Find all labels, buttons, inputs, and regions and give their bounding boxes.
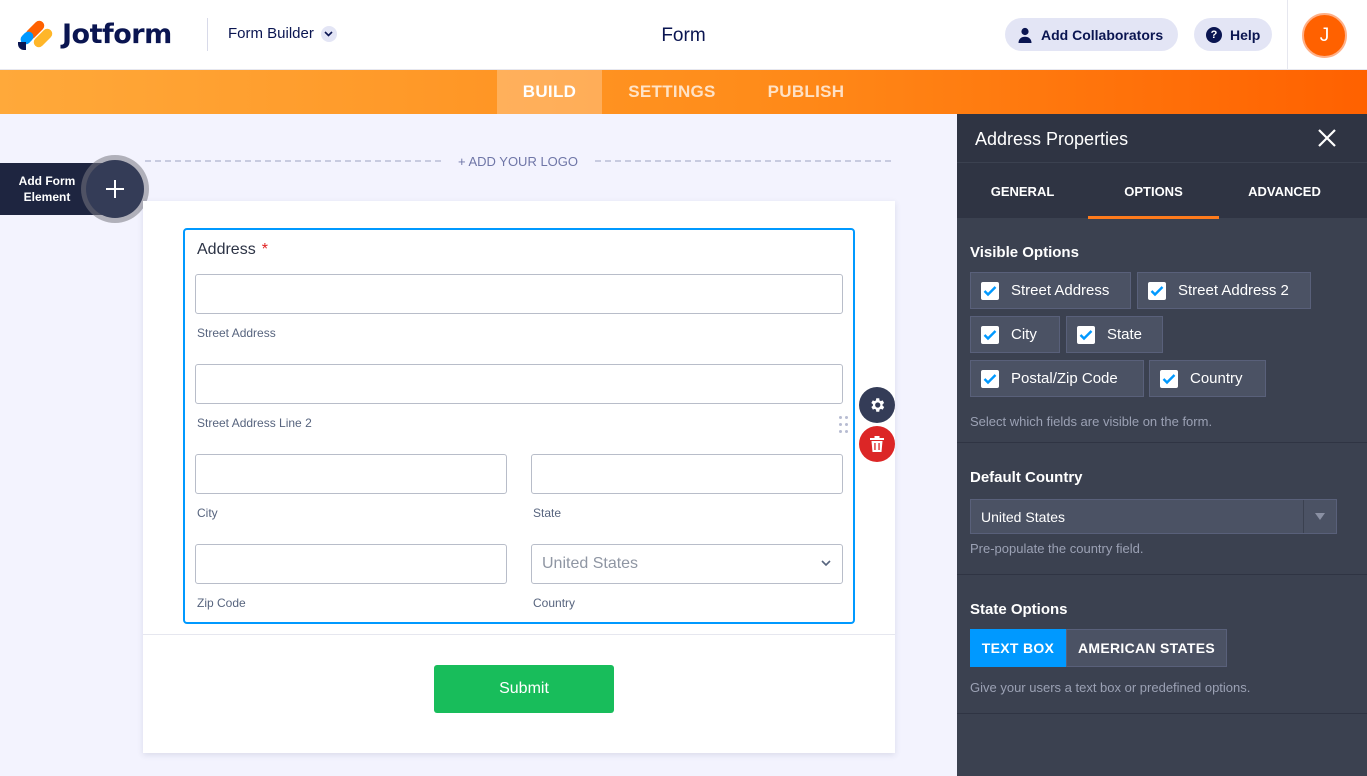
- logo-divider-left: [145, 160, 441, 162]
- panel-tabs: GENERAL OPTIONS ADVANCED: [957, 162, 1367, 219]
- option-street-address[interactable]: Street Address: [970, 272, 1131, 309]
- top-header: Jotform Form Builder Form Add Collaborat…: [0, 0, 1367, 70]
- header-divider-right: [1287, 0, 1288, 70]
- form-builder-dropdown[interactable]: Form Builder: [228, 25, 337, 42]
- street-address-2-sublabel: Street Address Line 2: [197, 416, 312, 430]
- caret-down-icon: [1303, 500, 1336, 533]
- chevron-down-icon: [821, 560, 831, 567]
- brand-name: Jotform: [62, 18, 172, 50]
- add-collaborators-label: Add Collaborators: [1041, 26, 1164, 43]
- street-address-2-input[interactable]: [195, 364, 843, 404]
- street-address-sublabel: Street Address: [197, 326, 276, 340]
- tab-general[interactable]: GENERAL: [957, 163, 1088, 219]
- option-label: Street Address 2: [1178, 282, 1289, 299]
- state-sublabel: State: [533, 506, 562, 520]
- state-option-text-box[interactable]: TEXT BOX: [970, 629, 1066, 667]
- tab-settings[interactable]: SETTINGS: [612, 70, 732, 114]
- panel-title: Address Properties: [975, 129, 1129, 149]
- option-label: City: [1011, 326, 1037, 343]
- country-select-value: United States: [542, 555, 639, 572]
- address-properties-panel: Address Properties GENERAL OPTIONS ADVAN…: [957, 114, 1367, 776]
- add-collaborators-button[interactable]: Add Collaborators: [1005, 18, 1178, 51]
- checkbox-checked-icon: [981, 281, 999, 300]
- option-label: Street Address: [1011, 282, 1110, 299]
- field-properties-button[interactable]: [859, 387, 895, 423]
- tab-options[interactable]: OPTIONS: [1088, 163, 1219, 219]
- default-country-title: Default Country: [970, 469, 1083, 486]
- default-country-description: Pre-populate the country field.: [970, 541, 1144, 556]
- address-label-text: Address: [197, 241, 256, 258]
- jotform-logo-icon: [18, 18, 55, 50]
- tab-publish[interactable]: PUBLISH: [752, 70, 860, 114]
- trash-icon: [870, 436, 884, 452]
- checkbox-checked-icon: [1077, 325, 1095, 344]
- country-select[interactable]: United States: [531, 544, 843, 584]
- checkbox-checked-icon: [1160, 369, 1178, 388]
- checkbox-checked-icon: [981, 325, 999, 344]
- address-field-label[interactable]: Address *: [197, 241, 268, 259]
- city-input[interactable]: [195, 454, 507, 494]
- state-options-title: State Options: [970, 601, 1068, 618]
- visible-options-section: Visible Options Street Address Street Ad…: [957, 218, 1367, 443]
- checkbox-checked-icon: [981, 369, 999, 388]
- option-label: State: [1107, 326, 1143, 343]
- city-sublabel: City: [197, 506, 218, 520]
- zip-code-sublabel: Zip Code: [197, 596, 246, 610]
- help-label: Help: [1230, 26, 1261, 43]
- help-button[interactable]: ? Help: [1194, 18, 1272, 51]
- option-country[interactable]: Country: [1149, 360, 1266, 397]
- option-city[interactable]: City: [970, 316, 1060, 353]
- chevron-down-icon: [320, 25, 337, 42]
- logo-divider-right: [595, 160, 891, 162]
- drag-handle-icon[interactable]: [838, 416, 850, 436]
- option-street-address-2[interactable]: Street Address 2: [1137, 272, 1311, 309]
- option-state[interactable]: State: [1066, 316, 1163, 353]
- option-postal-zip-code[interactable]: Postal/Zip Code: [970, 360, 1144, 397]
- state-options-description: Give your users a text box or predefined…: [970, 680, 1251, 695]
- state-input[interactable]: [531, 454, 843, 494]
- option-label: Country: [1190, 370, 1243, 387]
- visible-options-description: Select which fields are visible on the f…: [970, 414, 1213, 429]
- checkbox-checked-icon: [1148, 281, 1166, 300]
- default-country-value: United States: [981, 509, 1066, 525]
- country-sublabel: Country: [533, 596, 576, 610]
- close-icon[interactable]: [1315, 126, 1339, 150]
- help-icon: ?: [1206, 26, 1222, 43]
- form-builder-label: Form Builder: [228, 25, 314, 42]
- visible-options-title: Visible Options: [970, 244, 1079, 261]
- street-address-input[interactable]: [195, 274, 843, 314]
- gear-icon: [871, 398, 885, 412]
- user-avatar[interactable]: J: [1302, 13, 1347, 58]
- builder-nav: BUILD SETTINGS PUBLISH: [0, 70, 1367, 114]
- header-divider: [207, 18, 208, 51]
- add-logo-link[interactable]: + ADD YOUR LOGO: [441, 154, 595, 169]
- user-icon: [1017, 27, 1033, 43]
- delete-field-button[interactable]: [859, 426, 895, 462]
- zip-code-input[interactable]: [195, 544, 507, 584]
- state-option-american-states[interactable]: AMERICAN STATES: [1066, 629, 1227, 667]
- tab-build[interactable]: BUILD: [497, 70, 602, 114]
- form-divider: [143, 634, 895, 635]
- jotform-logo[interactable]: Jotform: [18, 18, 172, 50]
- submit-button[interactable]: Submit: [434, 665, 614, 713]
- required-asterisk: *: [261, 241, 268, 258]
- option-label: Postal/Zip Code: [1011, 370, 1118, 387]
- panel-header: Address Properties: [957, 114, 1367, 162]
- default-country-select[interactable]: United States: [970, 499, 1337, 534]
- tab-advanced[interactable]: ADVANCED: [1219, 163, 1350, 219]
- plus-icon[interactable]: [86, 160, 144, 218]
